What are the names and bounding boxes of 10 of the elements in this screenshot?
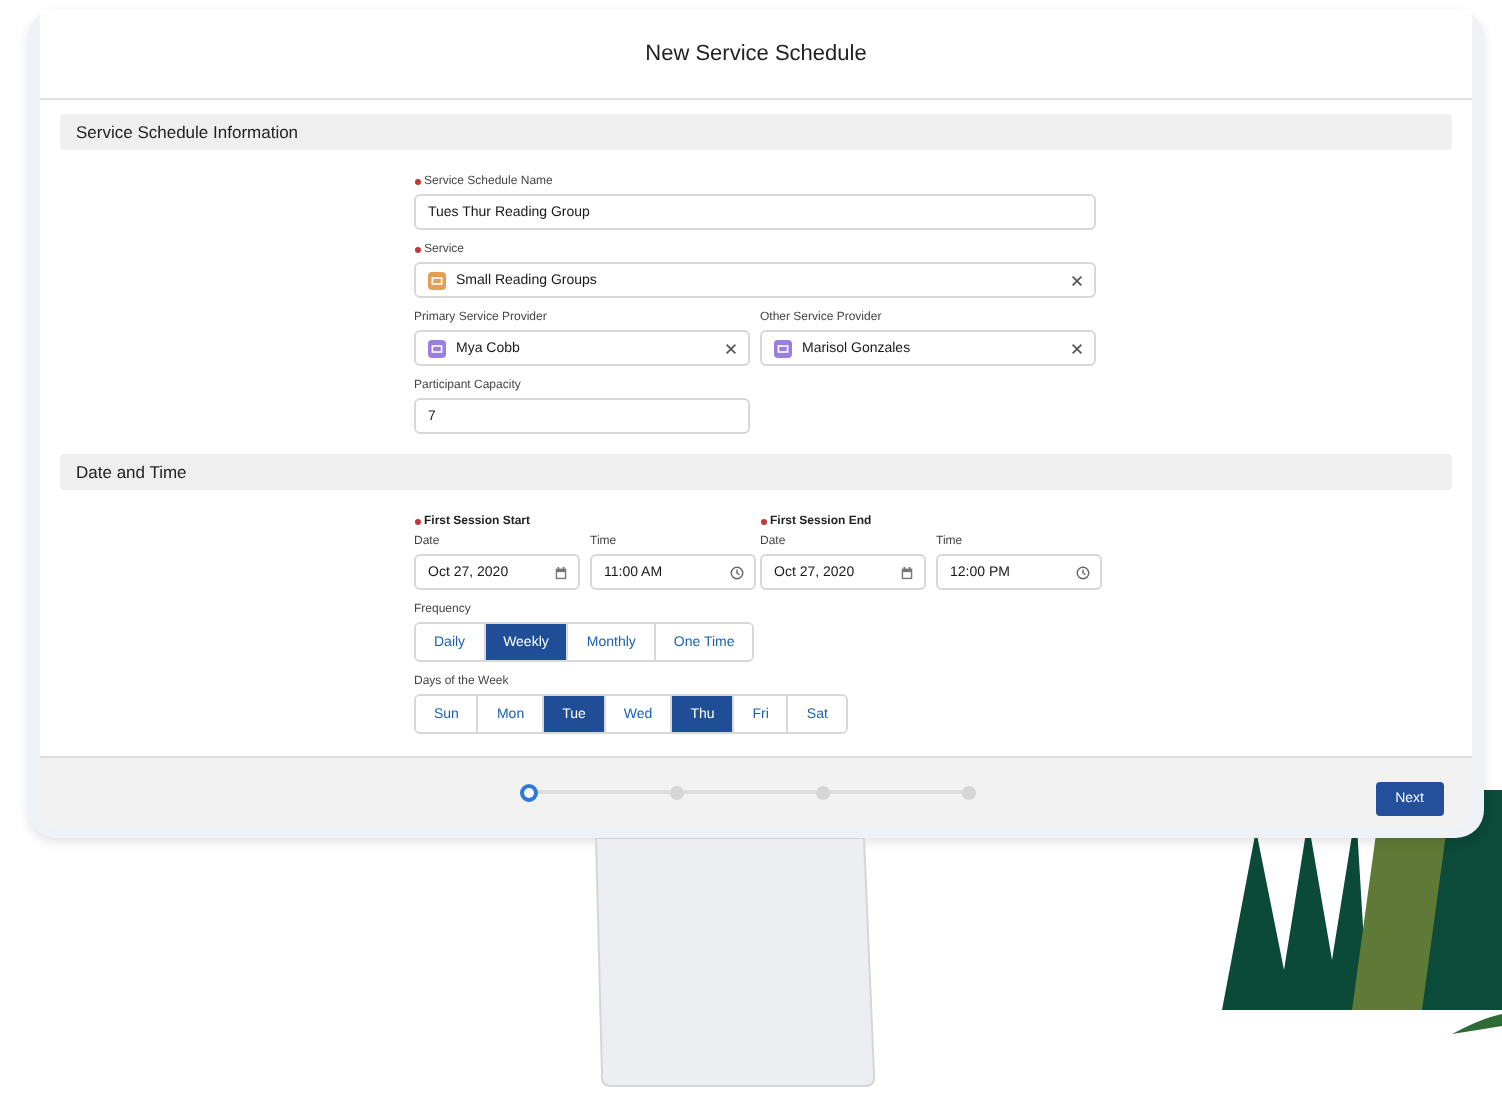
window-title: New Service Schedule — [645, 42, 867, 66]
calendar-icon[interactable] — [900, 565, 914, 579]
close-icon[interactable] — [1070, 273, 1084, 287]
close-icon[interactable] — [724, 341, 738, 355]
calendar-icon[interactable] — [554, 565, 568, 579]
clock-icon[interactable] — [730, 565, 744, 579]
section-title: Service Schedule Information — [76, 122, 299, 142]
clock-icon[interactable] — [1076, 565, 1090, 579]
close-icon[interactable] — [1070, 341, 1084, 355]
section-title: Date and Time — [76, 462, 187, 482]
